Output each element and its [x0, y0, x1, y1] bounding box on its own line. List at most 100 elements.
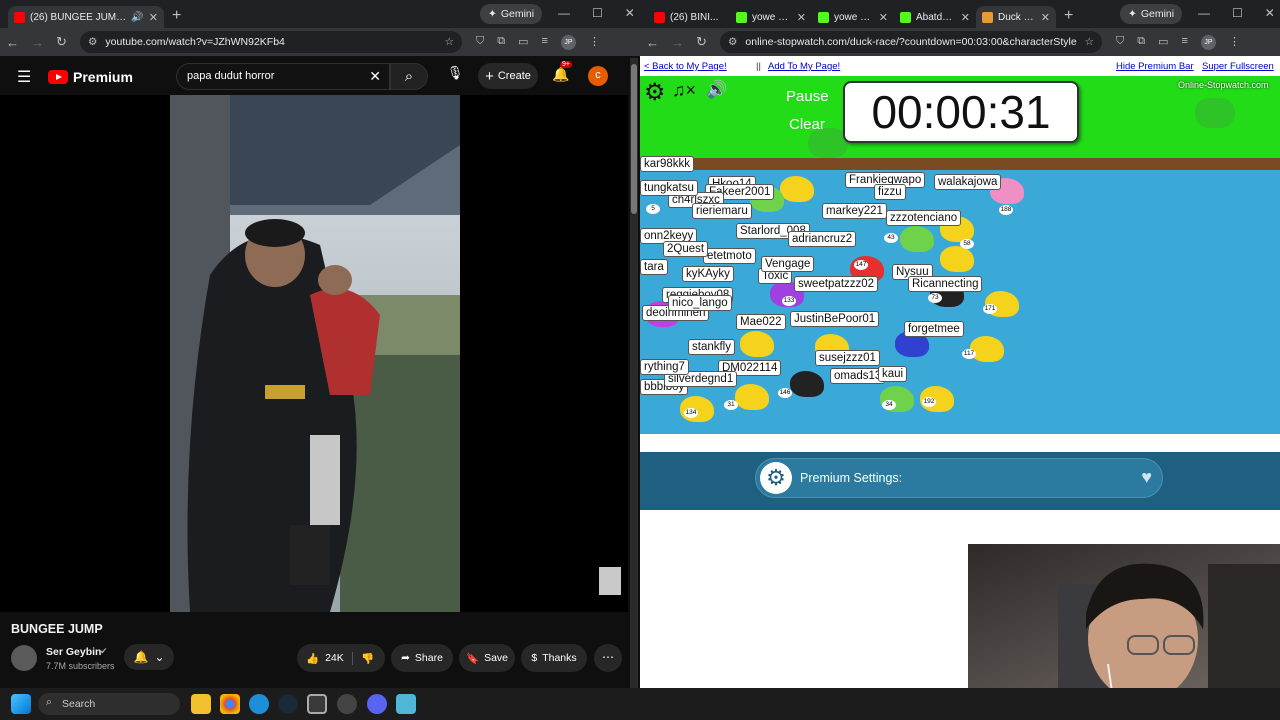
account-avatar[interactable]: c [588, 66, 608, 86]
minimize-icon[interactable]: — [1198, 6, 1210, 20]
tab-close-icon[interactable]: ✕ [149, 11, 158, 24]
gemini-button[interactable]: ✦ Gemini [480, 4, 543, 24]
notifications-button[interactable]: 🔔 9+ [552, 61, 572, 83]
hide-premium-bar-link[interactable]: Hide Premium Bar [1116, 61, 1194, 72]
channel-name[interactable]: Ser Geybin [46, 646, 101, 658]
address-bar[interactable]: ⚙ online-stopwatch.com/duck-race/?countd… [720, 31, 1102, 53]
tab-close-icon[interactable]: ✕ [797, 11, 806, 24]
steam-icon[interactable] [278, 694, 298, 714]
more-actions-button[interactable]: ⋯ [594, 644, 622, 672]
voice-search-button[interactable]: 🎙 [444, 65, 466, 87]
obs-active-icon[interactable] [307, 694, 327, 714]
reload-icon[interactable]: ↻ [696, 34, 707, 50]
notepad-icon[interactable] [396, 694, 416, 714]
channel-watermark[interactable] [599, 567, 621, 595]
address-bar[interactable]: ⚙ youtube.com/watch?v=JZhWN92KFb4 ☆ [80, 31, 462, 53]
sidebar-icon[interactable]: ▭ [518, 35, 528, 50]
save-button[interactable]: 🔖 Save [459, 644, 515, 672]
tab-bini[interactable]: (26) BINI... [648, 6, 730, 28]
duck-number-badge: 147 [854, 260, 868, 270]
premium-settings-toggle[interactable]: ⚙ Premium Settings: ♥ [755, 458, 1163, 498]
youtube-logo[interactable]: Premium [48, 69, 133, 85]
profile-avatar[interactable]: JP [1200, 35, 1216, 50]
chrome-icon[interactable] [220, 694, 240, 714]
clear-search-icon[interactable]: ✕ [369, 68, 381, 85]
tab-close-icon[interactable]: ✕ [879, 11, 888, 24]
scrollbar[interactable] [630, 58, 638, 688]
left-toolbar: ← → ↻ ⚙ youtube.com/watch?v=JZhWN92KFb4 … [0, 28, 640, 56]
maximize-icon[interactable]: ☐ [1232, 6, 1243, 20]
new-tab-button[interactable]: + [172, 7, 181, 25]
edge-icon[interactable] [249, 694, 269, 714]
player-name-label: sweetpatzzz02 [794, 276, 879, 292]
tab-abatdota[interactable]: Abatdota...✕ [894, 6, 976, 28]
minimize-icon[interactable]: — [558, 6, 570, 20]
tab-yowe-2[interactable]: yowe Stre...✕ [812, 6, 894, 28]
search-icon: ⌕ [46, 696, 52, 708]
maximize-icon[interactable]: ☐ [592, 6, 603, 20]
extensions-icon[interactable]: ⧉ [1137, 35, 1145, 50]
taskbar-search[interactable]: ⌕ Search [38, 693, 180, 715]
pause-button[interactable]: Pause [786, 88, 829, 105]
close-window-icon[interactable]: ✕ [625, 6, 635, 20]
windows-start-icon[interactable] [11, 694, 31, 714]
like-button[interactable]: 👍 24K [297, 651, 353, 665]
site-brand[interactable]: Online-Stopwatch.com [1178, 80, 1269, 90]
menu-kebab-icon[interactable]: ⋮ [1229, 35, 1240, 50]
create-button[interactable]: + Create [478, 63, 538, 89]
shield-icon[interactable]: ⛉ [1116, 35, 1124, 50]
subscribe-bell-button[interactable]: 🔔 ⌄ [124, 644, 174, 670]
player-name-label: markey221 [822, 203, 887, 219]
dislike-button[interactable]: 👎 [353, 652, 374, 665]
gemini-button[interactable]: ✦ Gemini [1120, 4, 1183, 24]
hamburger-menu-icon[interactable]: ☰ [17, 67, 31, 87]
back-to-page-link[interactable]: < Back to My Page! [644, 61, 727, 72]
extensions-icon[interactable]: ⧉ [497, 35, 505, 50]
forward-icon[interactable]: → [31, 35, 44, 50]
super-fullscreen-link[interactable]: Super Fullscreen [1202, 61, 1274, 72]
youtube-header: ☰ Premium papa dudut horror ✕ ⌕ 🎙 + Creat… [0, 56, 628, 98]
left-browser-window: (26) BUNGEE JUMP - YouTube 🔊 ✕ + ✦Gemini… [0, 0, 640, 688]
discord-icon[interactable] [367, 694, 387, 714]
menu-kebab-icon[interactable]: ⋮ [589, 35, 600, 50]
bookmark-star-icon[interactable]: ☆ [1085, 36, 1094, 48]
site-info-icon[interactable]: ⚙ [88, 36, 97, 48]
add-to-page-link[interactable]: Add To My Page! [768, 61, 840, 72]
tab-close-icon[interactable]: ✕ [1041, 11, 1050, 24]
new-tab-button[interactable]: + [1064, 7, 1073, 25]
reload-icon[interactable]: ↻ [56, 34, 67, 50]
tab-duck-race[interactable]: Duck Race✕ [976, 6, 1056, 28]
video-player[interactable] [0, 95, 628, 612]
speaker-icon[interactable]: 🔊 [131, 12, 143, 23]
bookmark-star-icon[interactable]: ☆ [445, 36, 454, 48]
scrollbar-thumb[interactable] [631, 64, 637, 214]
back-icon[interactable]: ← [6, 35, 19, 50]
search-input[interactable]: papa dudut horror ✕ [176, 63, 390, 90]
search-button[interactable]: ⌕ [390, 63, 428, 90]
clear-button[interactable]: Clear [789, 116, 825, 133]
sound-toggle-icon[interactable]: 🔊 [706, 80, 727, 100]
verified-icon: ✔ [100, 646, 108, 656]
tab-close-icon[interactable]: ✕ [961, 11, 970, 24]
profile-avatar[interactable]: JP [560, 35, 576, 50]
thanks-button[interactable]: $ Thanks [521, 644, 587, 672]
share-button[interactable]: ➦ Share [391, 644, 453, 672]
duck-number-badge: 58 [960, 239, 974, 249]
duck-racer-icon [970, 336, 1004, 362]
shield-icon[interactable]: ⛉ [476, 35, 484, 50]
media-icon[interactable]: ≡ [1182, 35, 1188, 50]
app-icon[interactable] [337, 694, 357, 714]
back-icon[interactable]: ← [646, 35, 659, 50]
music-toggle-icon[interactable]: ♫× [672, 80, 696, 101]
file-explorer-icon[interactable] [191, 694, 211, 714]
settings-gear-icon[interactable]: ⚙ [644, 78, 666, 107]
site-info-icon[interactable]: ⚙ [728, 36, 737, 48]
sidebar-icon[interactable]: ▭ [1158, 35, 1168, 50]
tab-yowe-1[interactable]: yowe Stre...✕ [730, 6, 812, 28]
media-icon[interactable]: ≡ [542, 35, 548, 50]
tab-youtube[interactable]: (26) BUNGEE JUMP - YouTube 🔊 ✕ [8, 6, 164, 28]
close-window-icon[interactable]: ✕ [1265, 6, 1275, 20]
forward-icon[interactable]: → [671, 35, 684, 50]
channel-avatar[interactable] [11, 645, 37, 671]
subscriber-count: 7.7M subscribers [46, 661, 115, 671]
